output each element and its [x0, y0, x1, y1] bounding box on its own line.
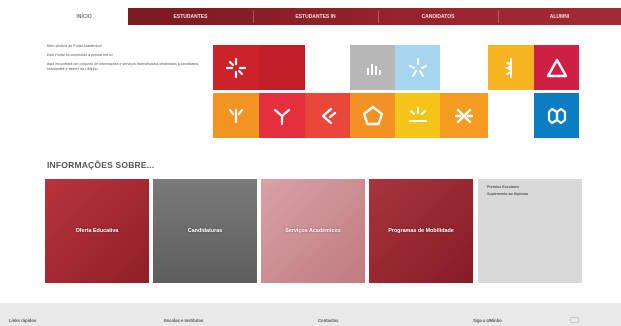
intro-built-for-you: Este Portal foi construído a pensar em s… — [47, 53, 113, 57]
nav-item-estudantes[interactable]: ESTUDANTES — [128, 8, 253, 25]
card-servicos-academicos[interactable]: Serviços Académicos — [261, 179, 365, 283]
footer-contactos[interactable]: Contactos — [318, 318, 338, 323]
caduceus-icon[interactable] — [488, 45, 534, 90]
card-candidaturas[interactable]: Candidaturas — [153, 179, 257, 283]
footer: Links rápidos Escolas e Institutos Conta… — [0, 303, 621, 326]
top-navigation: INÍCIO ESTUDANTES ESTUDANTES IN CANDIDAT… — [0, 8, 621, 25]
footer-escolas-institutos[interactable]: Escolas e Institutos — [164, 318, 203, 323]
footer-siga-uminho[interactable]: Siga a UMinho — [473, 318, 502, 323]
nav-item-estudantes-in[interactable]: ESTUDANTES IN — [253, 8, 378, 25]
nav-item-alumni[interactable]: ALUMNI — [498, 8, 621, 25]
card-label: Serviços Académicos — [285, 228, 341, 234]
card-programas-de-mobilidade[interactable]: Programas de Mobilidade — [369, 179, 473, 283]
link-premios-escolares[interactable]: Prémios Escolares — [487, 185, 573, 189]
cross-icon[interactable] — [440, 93, 488, 138]
sunrise-icon[interactable] — [395, 93, 440, 138]
section-title: INFORMAÇÕES SOBRE... — [47, 160, 155, 170]
star-burst-icon[interactable] — [213, 45, 259, 90]
tree-icon[interactable] — [259, 93, 305, 138]
card-oferta-educativa[interactable]: Oferta Educativa — [45, 179, 149, 283]
social-icon[interactable] — [570, 317, 579, 323]
intro-description: Aqui encontrará um conjunto de informaçõ… — [47, 62, 200, 71]
side-links-box: Prémios Escolares Suplemento ao Diploma — [478, 179, 582, 283]
card-label: Oferta Educativa — [75, 228, 119, 234]
chevron-icon[interactable] — [305, 93, 350, 138]
card-label: Programas de Mobilidade — [388, 228, 454, 234]
fork-icon[interactable] — [213, 93, 259, 138]
nav-home-tab[interactable]: INÍCIO — [40, 8, 128, 25]
card-label: Candidaturas — [187, 228, 223, 234]
intro-text: Bem-vindo/a ao Portal Académico! Este Po… — [47, 44, 207, 76]
nav-item-candidatos[interactable]: CANDIDATOS — [378, 8, 498, 25]
triangle-icon[interactable] — [534, 45, 579, 90]
intro-welcome: Bem-vindo/a ao Portal Académico! — [47, 44, 103, 48]
hexagon-icon[interactable] — [534, 93, 579, 138]
sparkle-icon[interactable] — [395, 45, 440, 90]
blank-red-tile — [259, 45, 305, 90]
footer-links-rapidos[interactable]: Links rápidos — [9, 318, 36, 323]
link-suplemento-ao-diploma[interactable]: Suplemento ao Diploma — [487, 192, 573, 196]
pentagon-icon[interactable] — [350, 93, 395, 138]
bar-grid-icon[interactable] — [350, 45, 395, 90]
